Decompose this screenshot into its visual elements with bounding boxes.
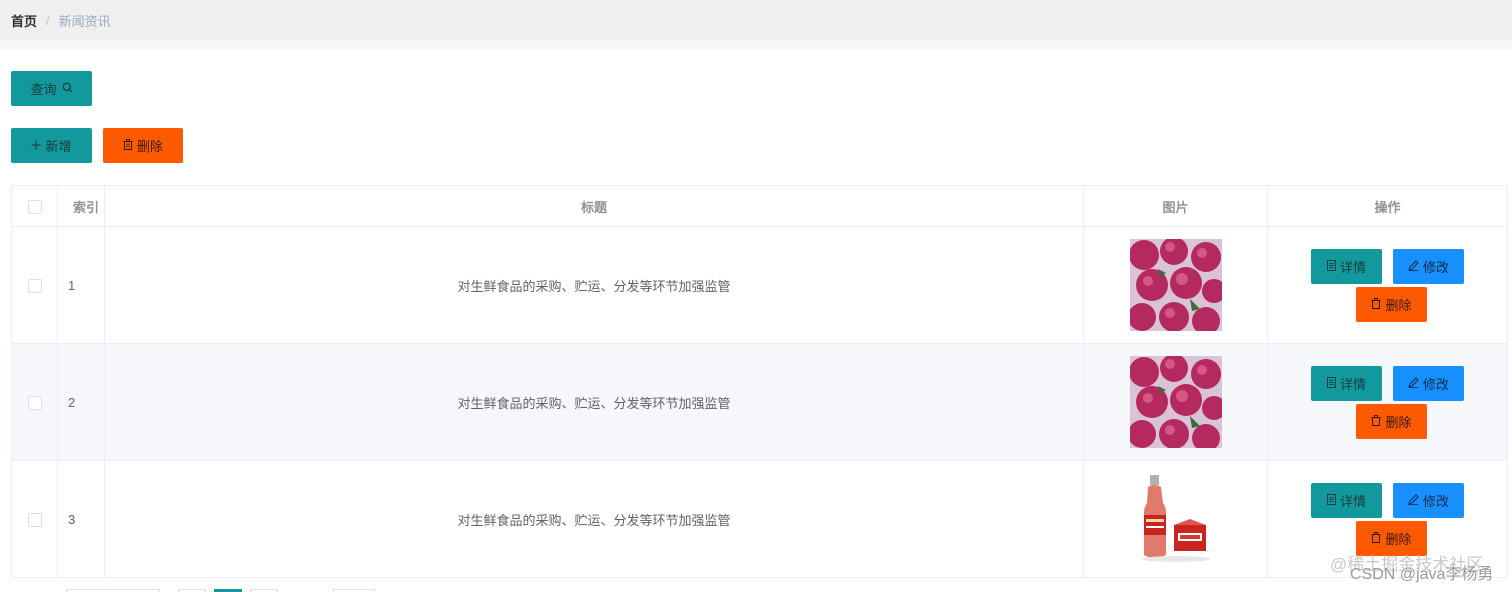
- detail-label: 详情: [1339, 376, 1366, 392]
- edit-button[interactable]: 修改: [1393, 482, 1464, 518]
- header-actions: 操作: [1267, 185, 1508, 227]
- delete-label: 删除: [1385, 414, 1412, 430]
- pencil-icon: [1408, 259, 1419, 273]
- breadcrumb-current: 新闻资讯: [58, 13, 111, 29]
- table-row: 3 对生鲜食品的采购、贮运、分发等环节加强监管 详情 修改 删除: [11, 460, 1508, 578]
- detail-label: 详情: [1339, 259, 1366, 275]
- select-all-cell: [11, 185, 58, 227]
- pencil-icon: [1408, 376, 1419, 390]
- batch-delete-label: 删除: [136, 139, 163, 154]
- add-button[interactable]: 新增: [11, 128, 92, 163]
- breadcrumb-separator: /: [46, 12, 50, 28]
- row-actions-cell: 详情 修改 删除: [1267, 343, 1508, 461]
- trash-icon: [123, 139, 133, 152]
- detail-button[interactable]: 详情: [1311, 482, 1382, 518]
- row-checkbox[interactable]: [27, 278, 42, 293]
- batch-delete-button[interactable]: 删除: [103, 128, 183, 163]
- breadcrumb: 首页 / 新闻资讯: [0, 0, 1512, 40]
- row-index: 3: [57, 460, 105, 578]
- row-actions-cell: 详情 修改 删除: [1267, 226, 1508, 344]
- query-label: 查询: [30, 82, 57, 97]
- row-select-cell: [11, 460, 58, 578]
- header-index: 索引: [57, 185, 105, 227]
- row-title: 对生鲜食品的采购、贮运、分发等环节加强监管: [104, 226, 1084, 344]
- delete-label: 删除: [1385, 531, 1412, 547]
- row-checkbox[interactable]: [27, 512, 42, 527]
- delete-label: 删除: [1385, 297, 1412, 313]
- table-row: 2 对生鲜食品的采购、贮运、分发等环节加强监管 详情 修改 删除: [11, 343, 1508, 461]
- trash-icon: [1371, 297, 1381, 311]
- header-divider: [0, 40, 1512, 50]
- edit-button[interactable]: 修改: [1393, 248, 1464, 284]
- search-icon: [62, 82, 73, 95]
- add-label: 新增: [45, 139, 72, 154]
- watermark-csdn: CSDN @java李杨勇: [1350, 566, 1494, 583]
- row-title: 对生鲜食品的采购、贮运、分发等环节加强监管: [104, 343, 1084, 461]
- breadcrumb-home[interactable]: 首页: [11, 11, 37, 30]
- document-icon: [1326, 493, 1336, 507]
- pencil-icon: [1408, 493, 1419, 507]
- trash-icon: [1371, 414, 1381, 428]
- header-image: 图片: [1083, 185, 1268, 227]
- row-select-cell: [11, 226, 58, 344]
- bayberry-photo: [1129, 239, 1222, 331]
- detail-label: 详情: [1339, 493, 1366, 509]
- edit-label: 修改: [1422, 493, 1449, 509]
- edit-label: 修改: [1422, 376, 1449, 392]
- row-index: 1: [57, 226, 105, 344]
- row-image-cell: [1083, 460, 1268, 578]
- row-select-cell: [11, 343, 58, 461]
- bayberry-photo: [1129, 356, 1222, 448]
- edit-button[interactable]: 修改: [1393, 365, 1464, 401]
- row-image-cell: [1083, 226, 1268, 344]
- juice-bottle-photo: [1129, 473, 1222, 565]
- delete-button[interactable]: 删除: [1356, 520, 1427, 556]
- row-checkbox[interactable]: [27, 395, 42, 410]
- row-index: 2: [57, 343, 105, 461]
- trash-icon: [1371, 531, 1381, 545]
- select-all-checkbox[interactable]: [27, 199, 42, 214]
- document-icon: [1326, 376, 1336, 390]
- edit-label: 修改: [1422, 259, 1449, 275]
- header-title: 标题: [104, 185, 1084, 227]
- document-icon: [1326, 259, 1336, 273]
- delete-button[interactable]: 删除: [1356, 403, 1427, 439]
- query-button[interactable]: 查询: [11, 71, 92, 106]
- table-row: 1 对生鲜食品的采购、贮运、分发等环节加强监管 详情 修改 删除: [11, 226, 1508, 344]
- detail-button[interactable]: 详情: [1311, 365, 1382, 401]
- plus-icon: [31, 140, 41, 152]
- delete-button[interactable]: 删除: [1356, 286, 1427, 322]
- detail-button[interactable]: 详情: [1311, 248, 1382, 284]
- row-title: 对生鲜食品的采购、贮运、分发等环节加强监管: [104, 460, 1084, 578]
- table-header-row: 索引 标题 图片 操作: [11, 185, 1508, 227]
- news-table: 索引 标题 图片 操作 1 对生鲜食品的采购、贮运、分发等环节加强监管 详情 修…: [11, 185, 1508, 578]
- row-image-cell: [1083, 343, 1268, 461]
